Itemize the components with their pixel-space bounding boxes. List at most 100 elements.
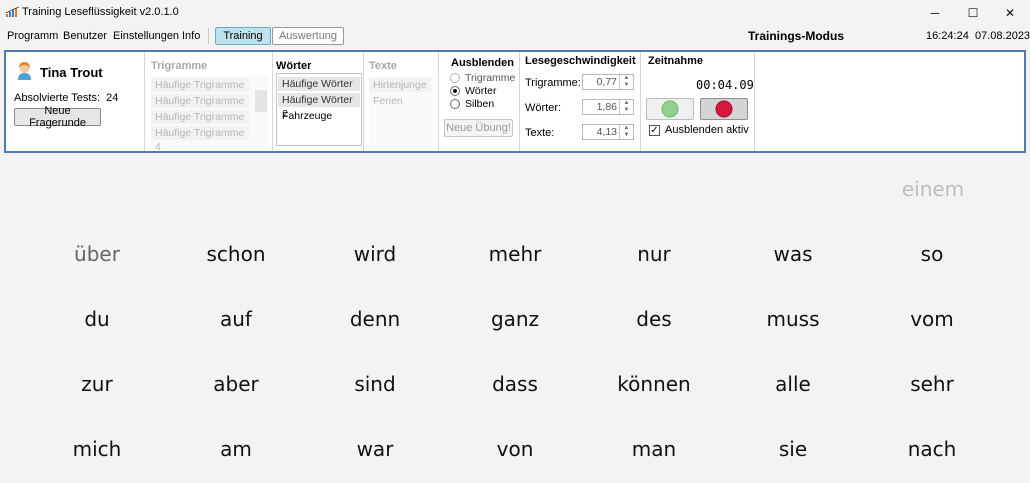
timer-title: Zeitnahme: [648, 55, 704, 67]
speed-label-woerter: Wörter:: [525, 102, 562, 114]
radio-woerter[interactable]: Wörter: [450, 85, 497, 97]
word-cell: mich: [72, 437, 122, 461]
tab-auswertung[interactable]: Auswertung: [272, 27, 344, 45]
speed-woerter-input[interactable]: 1,86 ▲ ▼: [582, 99, 634, 115]
word-cell: man: [631, 437, 677, 461]
clock-time: 16:24:24: [926, 30, 969, 42]
separator: [640, 52, 641, 151]
spinner-arrows-icon[interactable]: ▲ ▼: [619, 100, 633, 114]
user-section: Tina Trout Absolvierte Tests: 24 Neue Fr…: [6, 52, 144, 151]
word-cell: nach: [907, 437, 957, 461]
minimize-icon: ─: [930, 5, 940, 20]
app-chart-icon: [6, 7, 20, 17]
word-cell: sie: [778, 437, 808, 461]
word-cell: alle: [775, 372, 811, 396]
speed-title: Lesegeschwindigkeit: [525, 55, 636, 67]
texte-title: Texte: [369, 60, 397, 72]
word-cell: sind: [354, 372, 396, 396]
word-cell: was: [773, 242, 813, 266]
ausblenden-title: Ausblenden: [451, 57, 514, 69]
new-round-button[interactable]: Neue Fragerunde: [14, 105, 101, 129]
trigramme-section: Trigramme Häufige Trigramme 1 Häufige Tr…: [145, 52, 272, 153]
new-exercise-button[interactable]: Neue Übung!: [444, 119, 513, 137]
separator: [754, 52, 755, 151]
ausblenden-section: Ausblenden Trigramme Wörter Silben Neue …: [439, 52, 519, 151]
word-cell: können: [617, 372, 691, 396]
maximize-icon: ☐: [967, 5, 979, 20]
word-cell: sehr: [910, 372, 954, 396]
list-item[interactable]: Hirtenjunge: [369, 78, 431, 92]
checkmark-icon: ✓: [649, 124, 660, 136]
word-cell: nur: [637, 242, 671, 266]
list-item[interactable]: Häufige Wörter 2: [278, 93, 360, 120]
word-cell: vom: [910, 307, 954, 331]
list-item[interactable]: Häufige Trigramme 3: [151, 110, 249, 137]
texte-section: Texte Hirtenjunge Ferien: [364, 52, 438, 151]
word-cell: am: [220, 437, 252, 461]
trigramme-list[interactable]: Häufige Trigramme 1 Häufige Trigramme 2 …: [151, 76, 268, 153]
spinner-arrows-icon[interactable]: ▲ ▼: [619, 75, 633, 89]
word-cell: muss: [766, 307, 820, 331]
mode-label: Trainings-Modus: [748, 29, 844, 43]
control-panel: Tina Trout Absolvierte Tests: 24 Neue Fr…: [4, 50, 1026, 153]
user-avatar-icon: [18, 62, 31, 80]
menu-info[interactable]: Info: [182, 30, 200, 42]
list-item[interactable]: Häufige Trigramme 4: [151, 126, 249, 153]
tab-training[interactable]: Training: [215, 27, 271, 45]
hide-active-checkbox[interactable]: ✓ Ausblenden aktiv: [649, 124, 749, 136]
radio-icon: [450, 73, 460, 83]
menu-programm[interactable]: Programm: [7, 30, 58, 42]
menu-bar: Programm Benutzer Einstellungen Info Tra…: [0, 25, 1030, 47]
word-cell: wird: [353, 242, 397, 266]
speed-trigramme-input[interactable]: 0,77 ▲ ▼: [582, 74, 634, 90]
stop-light-icon: [715, 100, 733, 118]
floating-word: einem: [901, 177, 965, 201]
close-button[interactable]: ✕: [987, 0, 1030, 25]
list-item[interactable]: Häufige Trigramme 2: [151, 94, 249, 121]
radio-icon: [450, 99, 460, 109]
start-button[interactable]: [646, 98, 694, 120]
woerter-section: Wörter Häufige Wörter 1 Häufige Wörter 2…: [273, 52, 363, 151]
word-cell: von: [496, 437, 534, 461]
timer-display: 00:04.09: [696, 78, 754, 92]
word-cell: war: [356, 437, 394, 461]
word-cell: du: [84, 307, 110, 331]
list-item[interactable]: Fahrzeuge: [278, 109, 360, 123]
list-item[interactable]: Häufige Wörter 1: [278, 77, 360, 104]
list-item[interactable]: Ferien: [369, 94, 431, 108]
word-cell: aber: [213, 372, 259, 396]
speed-label-texte: Texte:: [525, 127, 555, 139]
radio-silben[interactable]: Silben: [450, 98, 494, 110]
list-item[interactable]: Häufige Trigramme 1: [151, 78, 249, 105]
speed-texte-input[interactable]: 4,13 ▲ ▼: [582, 124, 634, 140]
user-name: Tina Trout: [40, 65, 103, 80]
menu-einstellungen[interactable]: Einstellungen: [113, 30, 179, 42]
word-cell: schon: [206, 242, 266, 266]
word-cell: des: [636, 307, 672, 331]
spinner-arrows-icon[interactable]: ▲ ▼: [619, 125, 633, 139]
radio-trigramme[interactable]: Trigramme: [450, 72, 515, 84]
clock-date: 07.08.2023: [975, 30, 1030, 42]
title-bar: Training Leseflüssigkeit v2.0.1.0 ─ ☐ ✕: [0, 0, 1030, 25]
menu-separator: [208, 28, 209, 44]
radio-selected-icon: [450, 86, 460, 96]
word-cell: zur: [81, 372, 113, 396]
word-cell: über: [74, 242, 120, 266]
stop-button[interactable]: [700, 98, 748, 120]
window-title: Training Leseflüssigkeit v2.0.1.0: [22, 6, 179, 18]
speed-section: Lesegeschwindigkeit Trigramme: 0,77 ▲ ▼ W…: [520, 52, 640, 151]
texte-list[interactable]: Hirtenjunge Ferien: [369, 76, 433, 146]
speed-label-trigramme: Trigramme:: [525, 77, 581, 89]
start-light-icon: [661, 100, 679, 118]
tests-count: 24: [106, 92, 119, 104]
menu-benutzer[interactable]: Benutzer: [63, 30, 107, 42]
word-cell: auf: [220, 307, 252, 331]
close-icon: ✕: [1004, 5, 1016, 20]
woerter-title: Wörter: [276, 60, 312, 72]
word-cell: dass: [492, 372, 538, 396]
scrollbar-thumb[interactable]: [255, 90, 267, 112]
word-cell: ganz: [490, 307, 540, 331]
trigramme-title: Trigramme: [151, 60, 208, 72]
woerter-list[interactable]: Häufige Wörter 1 Häufige Wörter 2 Fahrze…: [276, 73, 362, 146]
word-cell: so: [920, 242, 944, 266]
